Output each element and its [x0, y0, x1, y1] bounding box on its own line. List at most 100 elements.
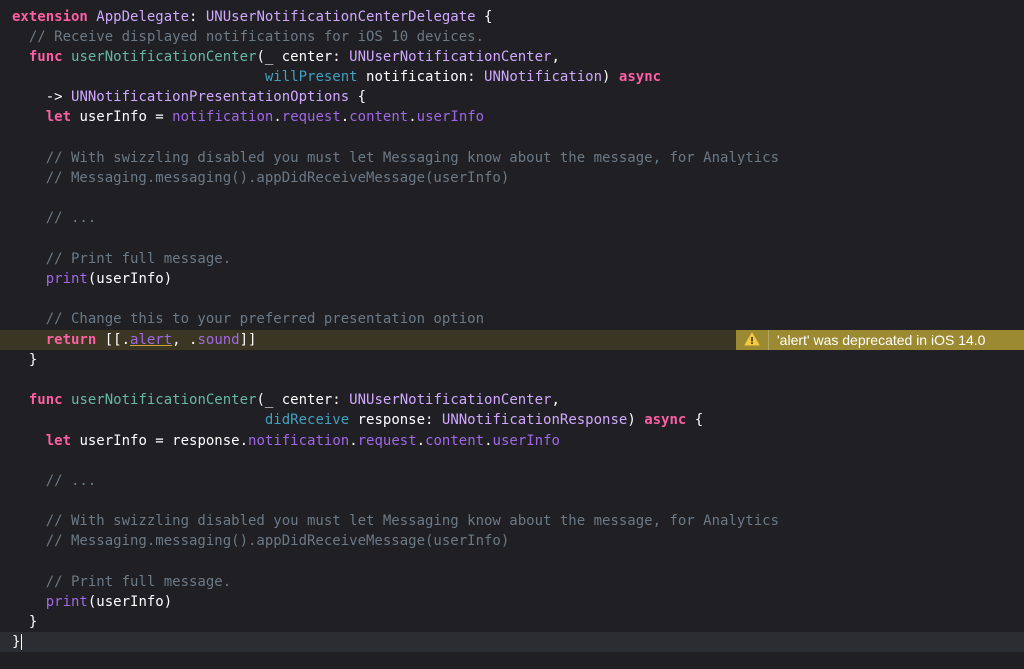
code-text: { [349, 89, 367, 105]
empty-line[interactable] [0, 370, 1024, 390]
code-text: } [12, 614, 38, 630]
code-text: (userInfo) [87, 271, 173, 287]
code-line[interactable]: func userNotificationCenter(_ center: UN… [0, 390, 1024, 410]
code-text: { [686, 412, 704, 428]
comment-text: // Receive displayed notifications for i… [12, 29, 485, 45]
comment-text: // ... [12, 210, 97, 226]
code-text: ) [602, 69, 619, 85]
empty-line[interactable] [0, 188, 1024, 208]
comment-line[interactable]: // Receive displayed notifications for i… [0, 27, 1024, 47]
type-name: AppDelegate [96, 9, 190, 25]
comment-line[interactable]: // ... [0, 208, 1024, 228]
keyword: async [644, 412, 687, 428]
code-line[interactable]: print(userInfo) [0, 592, 1024, 612]
code-line[interactable]: extension AppDelegate: UNUserNotificatio… [0, 7, 1024, 27]
comment-text: // Messaging.messaging().appDidReceiveMe… [12, 533, 510, 549]
badge-divider [768, 330, 769, 350]
code-line[interactable]: let userInfo = notification.request.cont… [0, 107, 1024, 127]
code-line[interactable]: } [0, 350, 1024, 370]
property-name: request [357, 433, 417, 449]
code-text: userInfo = [71, 109, 173, 125]
comment-text: // With swizzling disabled you must let … [12, 150, 780, 166]
type-name: UNUserNotificationCenter [349, 49, 552, 65]
code-line[interactable]: willPresent notification: UNNotification… [0, 67, 1024, 87]
code-line[interactable]: -> UNNotificationPresentationOptions { [0, 87, 1024, 107]
code-text: : [189, 9, 206, 25]
code-line[interactable]: print(userInfo) [0, 269, 1024, 289]
property-name: userInfo [416, 109, 485, 125]
code-text: -> [12, 89, 72, 105]
code-text: . [408, 109, 417, 125]
property-name: request [281, 109, 341, 125]
empty-line[interactable] [0, 289, 1024, 309]
comment-line[interactable]: // Messaging.messaging().appDidReceiveMe… [0, 168, 1024, 188]
comment-line[interactable]: // Change this to your preferred present… [0, 309, 1024, 329]
type-name: UNUserNotificationCenter [349, 392, 552, 408]
comment-line[interactable]: // Messaging.messaging().appDidReceiveMe… [0, 531, 1024, 551]
property-name: notification [248, 433, 350, 449]
empty-line[interactable] [0, 491, 1024, 511]
argument-label: willPresent [264, 69, 358, 85]
type-name: UNUserNotificationCenterDelegate [205, 9, 476, 25]
comment-text: // With swizzling disabled you must let … [12, 513, 780, 529]
code-text: . [273, 109, 282, 125]
comment-line[interactable]: // With swizzling disabled you must let … [0, 511, 1024, 531]
warning-triangle-icon [744, 332, 760, 349]
code-text: . [484, 433, 493, 449]
property-name: userInfo [492, 433, 560, 449]
type-name: UNNotificationResponse [441, 412, 628, 428]
type-name: UNNotificationPresentationOptions [71, 89, 350, 105]
code-text: ]] [239, 332, 257, 348]
code-text: . [349, 433, 358, 449]
type-name: UNNotification [484, 69, 603, 85]
comment-text: // ... [12, 473, 97, 489]
code-text: (userInfo) [87, 594, 173, 610]
keyword: let [45, 109, 72, 125]
code-text: . [340, 109, 350, 125]
keyword: extension [12, 9, 88, 25]
deprecated-symbol[interactable]: alert [130, 332, 172, 348]
code-line[interactable]: let userInfo = response.notification.req… [0, 431, 1024, 451]
code-text: response: [349, 412, 442, 428]
argument-label: didReceive [264, 412, 350, 428]
empty-line[interactable] [0, 228, 1024, 248]
function-name: print [45, 594, 88, 610]
code-text: } [12, 634, 21, 650]
keyword: func [28, 392, 63, 408]
code-text: userInfo = response. [71, 433, 249, 449]
comment-line[interactable]: // With swizzling disabled you must let … [0, 148, 1024, 168]
property-name: notification [172, 109, 274, 125]
deprecation-warning-badge[interactable]: 'alert' was deprecated in iOS 14.0 [736, 330, 1024, 350]
code-line[interactable]: } [0, 612, 1024, 632]
property-name: content [425, 433, 485, 449]
property-name: sound [197, 332, 240, 348]
comment-line[interactable]: // Print full message. [0, 572, 1024, 592]
comment-line[interactable]: // Print full message. [0, 249, 1024, 269]
empty-line[interactable] [0, 551, 1024, 571]
function-name: userNotificationCenter [71, 392, 257, 408]
code-text: . [416, 433, 426, 449]
code-line[interactable]: didReceive response: UNNotificationRespo… [0, 410, 1024, 430]
comment-text: // Print full message. [12, 251, 232, 267]
code-line[interactable]: func userNotificationCenter(_ center: UN… [0, 47, 1024, 67]
code-text: { [475, 9, 493, 25]
property-name: content [349, 109, 409, 125]
comment-line[interactable]: // ... [0, 471, 1024, 491]
code-text: } [12, 352, 38, 368]
empty-line[interactable] [0, 451, 1024, 471]
comment-text: // Messaging.messaging().appDidReceiveMe… [12, 170, 510, 186]
code-editor[interactable]: extension AppDelegate: UNUserNotificatio… [0, 0, 1024, 669]
keyword: async [618, 69, 662, 85]
code-text: [[. [96, 332, 131, 348]
comment-text: // Change this to your preferred present… [12, 311, 485, 327]
empty-line[interactable] [0, 127, 1024, 147]
code-text: , [551, 392, 560, 408]
current-line[interactable]: } [0, 632, 1024, 652]
